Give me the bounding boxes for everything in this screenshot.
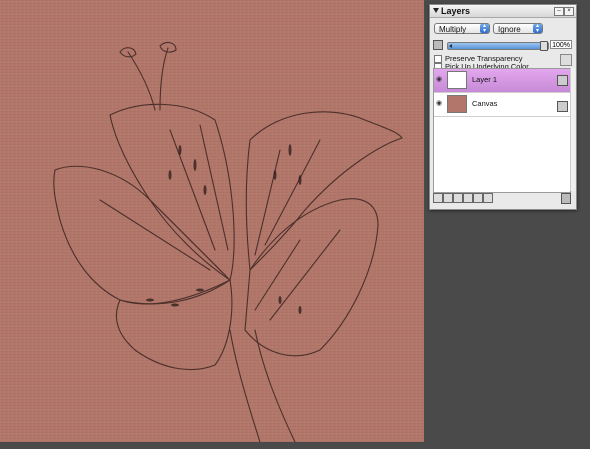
lock-icon[interactable] <box>560 54 572 66</box>
layer-thumbnail <box>447 71 467 89</box>
layer-name: Layer 1 <box>472 75 498 84</box>
palette-titlebar[interactable]: Layers – × <box>430 5 576 18</box>
eye-icon[interactable]: ◉ <box>436 100 444 107</box>
layers-palette: Layers – × Multiply ▴ ▾ Ignore ▴ ▾ 100% Pr… <box>429 4 577 210</box>
slider-left-arrow-icon <box>449 44 452 48</box>
layer-stack-icon[interactable] <box>557 75 568 86</box>
opacity-slider[interactable] <box>447 41 549 51</box>
blend-mode-value: Multiply <box>439 25 467 34</box>
dropdown-arrow-icon: ▴ ▾ <box>480 23 489 34</box>
composite-mode-value: Ignore <box>498 25 521 34</box>
dropdown-arrow-icon: ▴ ▾ <box>533 23 542 34</box>
layer-name: Canvas <box>472 99 498 108</box>
document-canvas[interactable] <box>0 0 424 442</box>
palette-title: Layers <box>441 6 471 16</box>
layer-adjust-icon[interactable] <box>483 193 493 203</box>
trash-icon[interactable] <box>561 193 571 204</box>
layer-row-canvas[interactable]: ◉ Canvas <box>434 93 570 117</box>
layer-row-layer-1[interactable]: ◉ Layer 1 <box>434 69 570 93</box>
layer-thumbnail <box>447 95 467 113</box>
palette-toolbar <box>433 193 573 205</box>
lily-sketch-artwork <box>53 41 403 442</box>
layer-mask-icon[interactable] <box>443 193 453 203</box>
layer-list-scrollbar[interactable] <box>570 68 575 191</box>
lock-icon[interactable] <box>557 101 568 112</box>
layer-list: ◉ Layer 1 ◉ Canvas <box>433 68 571 193</box>
new-layer-icon[interactable] <box>433 193 443 203</box>
composite-mode-select[interactable]: Ignore ▴ ▾ <box>493 23 543 34</box>
layer-options-icon[interactable] <box>433 40 443 50</box>
group-icon[interactable] <box>463 193 473 203</box>
close-icon[interactable]: × <box>564 7 574 16</box>
minimize-icon[interactable]: – <box>554 7 564 16</box>
blend-mode-select[interactable]: Multiply ▴ ▾ <box>434 23 490 34</box>
opacity-value[interactable]: 100% <box>550 40 572 49</box>
opacity-slider-thumb[interactable] <box>540 41 548 51</box>
dynamic-plugin-icon[interactable] <box>453 193 463 203</box>
collapse-triangle-icon[interactable] <box>433 8 439 13</box>
eye-icon[interactable]: ◉ <box>436 76 444 83</box>
collapse-icon[interactable] <box>473 193 483 203</box>
